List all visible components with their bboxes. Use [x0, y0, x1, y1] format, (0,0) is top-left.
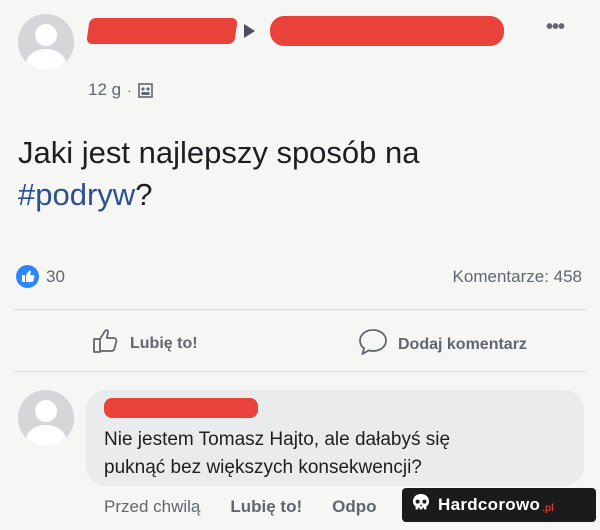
post-text-main: Jaki jest najlepszy sposób na — [18, 135, 420, 170]
skull-logo-icon — [410, 492, 432, 519]
divider — [14, 309, 586, 310]
site-watermark: Hardcorowo .pl — [402, 488, 596, 522]
poster-avatar[interactable] — [18, 14, 74, 70]
more-options-icon[interactable]: ••• — [546, 16, 565, 39]
comment-bubble-icon — [358, 328, 388, 361]
comment-line-2: puknąć bez większych konsekwencji? — [104, 457, 422, 478]
post-time[interactable]: 12 g — [88, 80, 121, 100]
thumbs-up-icon — [92, 328, 120, 359]
poster-name-redaction — [86, 18, 238, 44]
post-card: ••• 12 g · Jaki jest najlepszy sposób na… — [0, 0, 600, 530]
comment-actions: Przed chwilą Lubię to! Odpo — [104, 497, 377, 517]
post-text-end: ? — [135, 177, 153, 212]
commenter-avatar[interactable] — [18, 390, 74, 446]
comment-text: Nie jestem Tomasz Hajto, ale dałabyś się… — [104, 426, 574, 482]
share-arrow-icon — [244, 24, 255, 38]
privacy-icon — [137, 82, 153, 98]
like-reaction-icon[interactable] — [16, 265, 39, 288]
like-count[interactable]: 30 — [46, 267, 65, 287]
add-comment-button[interactable]: Dodaj komentarz — [358, 328, 527, 361]
like-button-label: Lubię to! — [130, 334, 198, 352]
watermark-text: Hardcorowo — [438, 495, 541, 514]
comment-time[interactable]: Przed chwilą — [104, 497, 200, 517]
watermark-suffix: .pl — [542, 502, 554, 514]
post-meta: 12 g · — [88, 80, 153, 100]
comment-line-1: Nie jestem Tomasz Hajto, ale dałabyś się — [104, 429, 451, 450]
comment-like-button[interactable]: Lubię to! — [230, 497, 302, 517]
meta-separator: · — [127, 82, 132, 98]
add-comment-label: Dodaj komentarz — [398, 335, 527, 353]
target-name-redaction — [270, 16, 504, 46]
hashtag-link[interactable]: #podryw — [18, 177, 135, 212]
divider — [14, 371, 586, 372]
commenter-name-redaction — [104, 398, 258, 418]
like-button[interactable]: Lubię to! — [92, 328, 198, 359]
comment-reply-button[interactable]: Odpo — [332, 497, 376, 517]
comment-count[interactable]: Komentarze: 458 — [453, 267, 582, 287]
post-text: Jaki jest najlepszy sposób na #podryw? — [18, 132, 578, 216]
